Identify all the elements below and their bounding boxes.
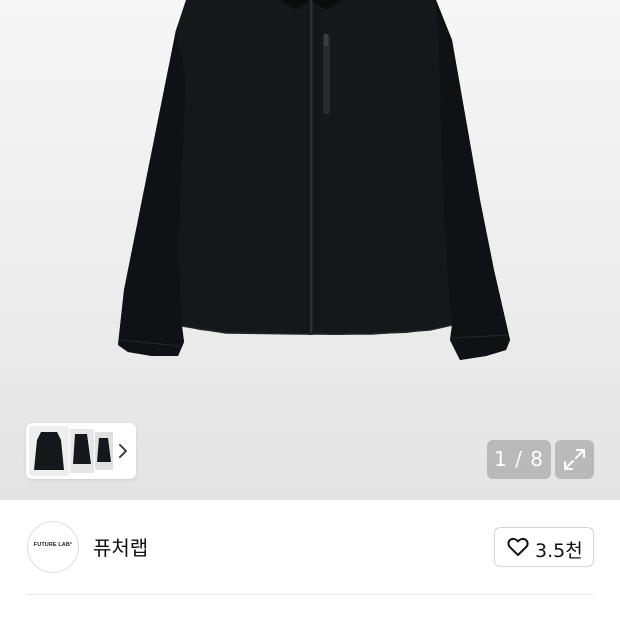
brand-name[interactable]: 퓨처랩 (93, 532, 148, 561)
divider (27, 594, 594, 595)
expand-icon (564, 449, 585, 470)
image-counter: 1 / 8 (487, 440, 551, 479)
brand-logo-text: FUTURE LAB° (33, 542, 73, 548)
expand-button[interactable] (555, 440, 594, 479)
seller-row: FUTURE LAB° 퓨처랩 3.5천 (0, 500, 620, 594)
thumbnail-images[interactable] (29, 426, 113, 476)
brand-logo[interactable]: FUTURE LAB° (27, 521, 79, 573)
product-gallery[interactable]: 1 / 8 (0, 0, 620, 500)
like-count: 3.5천 (535, 540, 583, 562)
chevron-right-icon[interactable] (116, 441, 130, 461)
heart-icon (507, 537, 529, 556)
like-button[interactable]: 3.5천 (494, 527, 594, 567)
thumbnail-strip[interactable] (26, 423, 136, 479)
